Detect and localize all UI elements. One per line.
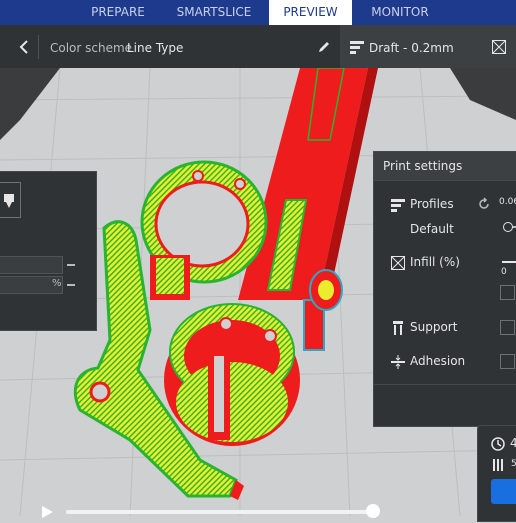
quality-slider-handle[interactable] (503, 222, 513, 232)
print-settings-title: Print settings (383, 159, 463, 173)
percent-unit: % (52, 278, 62, 289)
printer-head-icon (4, 194, 14, 208)
support-checkbox[interactable] (500, 320, 515, 335)
infill-icon (391, 256, 405, 270)
save-output-button[interactable] (491, 479, 516, 504)
print-settings-header[interactable]: Print settings (374, 152, 516, 181)
play-icon (42, 506, 53, 518)
printer-head-button[interactable] (0, 182, 21, 218)
filament-icon (493, 459, 503, 471)
color-scheme-select[interactable]: Line Type (127, 41, 183, 55)
reset-icon (479, 197, 489, 209)
layer-range-input[interactable] (0, 256, 63, 274)
default-label: Default (410, 222, 454, 236)
percent-dash (67, 284, 75, 286)
tab-prepare[interactable]: PREPARE (82, 0, 154, 25)
clock-icon (491, 437, 505, 451)
chevron-left-icon (19, 40, 28, 54)
profile-reset-button[interactable] (477, 196, 491, 210)
percent-input[interactable]: % (0, 276, 63, 294)
panel-divider (374, 384, 516, 385)
profiles-label: Profiles (410, 197, 454, 211)
simulation-bar (0, 500, 400, 518)
adhesion-label: Adhesion (410, 354, 466, 368)
stacked-lines-icon (350, 41, 364, 54)
adhesion-checkbox[interactable] (500, 354, 515, 369)
back-button[interactable] (12, 37, 34, 57)
print-profile-selector[interactable]: Draft - 0.2mm (340, 25, 516, 68)
divider (38, 35, 39, 59)
print-settings-panel: Print settings Profiles 0.06 Default Inf… (373, 151, 516, 427)
support-label: Support (410, 320, 458, 334)
edit-color-scheme-button[interactable] (316, 39, 332, 55)
profiles-value: 0.06 (499, 197, 516, 207)
quality-slider[interactable] (503, 222, 516, 232)
tab-preview[interactable]: PREVIEW (269, 0, 352, 25)
support-icon (393, 321, 403, 335)
print-profile-text: Draft - 0.2mm (369, 41, 454, 55)
infill-slider[interactable] (502, 261, 516, 263)
tab-monitor[interactable]: MONITOR (362, 0, 438, 25)
infill-label: Infill (%) (410, 255, 460, 269)
preview-tool-panel: % (0, 171, 97, 331)
print-time-value: 4 (510, 436, 516, 450)
simulation-track[interactable] (66, 510, 374, 514)
view-toolbar: Color scheme Line Type Draft - 0.2mm (0, 25, 516, 68)
infill-pattern-icon (492, 40, 506, 54)
pencil-icon (319, 42, 329, 52)
print-estimate-panel: 4 5 (477, 425, 516, 522)
infill-value: 0 (501, 267, 507, 277)
profiles-icon (391, 199, 405, 212)
gradual-infill-checkbox[interactable] (500, 285, 515, 300)
material-value: 5 (511, 459, 516, 469)
adhesion-icon (391, 355, 405, 369)
tab-smartslice[interactable]: SMARTSLICE (172, 0, 256, 25)
color-scheme-label: Color scheme (50, 41, 133, 55)
top-nav-bar: PREPARE SMARTSLICE PREVIEW MONITOR (0, 0, 516, 25)
part-cylinder-housing (164, 303, 300, 446)
layer-range-dash (67, 264, 75, 266)
